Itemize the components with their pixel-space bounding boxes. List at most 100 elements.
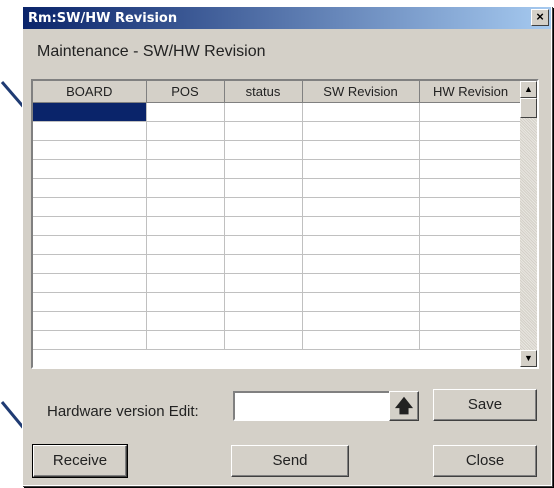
table-row[interactable] (33, 102, 523, 122)
table-cell[interactable] (302, 178, 420, 198)
table-cell[interactable] (224, 330, 303, 350)
scroll-thumb[interactable] (520, 98, 537, 118)
table-cell[interactable] (33, 159, 147, 179)
table-cell[interactable] (419, 178, 523, 198)
table-row[interactable] (33, 273, 523, 293)
close-button[interactable]: Close (433, 445, 537, 477)
table-cell[interactable] (33, 292, 147, 312)
table-cell[interactable] (419, 121, 523, 141)
table-cell[interactable] (146, 254, 225, 274)
table-row[interactable] (33, 140, 523, 160)
table-cell[interactable] (33, 102, 147, 122)
table-cell[interactable] (419, 197, 523, 217)
arrow-up-icon: 🡅 (394, 396, 414, 416)
table-cell[interactable] (302, 330, 420, 350)
table-cell[interactable] (419, 216, 523, 236)
table-cell[interactable] (302, 273, 420, 293)
table-cell[interactable] (224, 140, 303, 160)
table-cell[interactable] (302, 121, 420, 141)
table-cell[interactable] (224, 273, 303, 293)
table-row[interactable] (33, 311, 523, 331)
table-cell[interactable] (302, 159, 420, 179)
table-cell[interactable] (302, 235, 420, 255)
table-cell[interactable] (224, 292, 303, 312)
table-cell[interactable] (33, 197, 147, 217)
col-header-sw-revision[interactable]: SW Revision (302, 81, 420, 103)
table-cell[interactable] (302, 311, 420, 331)
table-cell[interactable] (33, 121, 147, 141)
close-window-button[interactable]: × (531, 9, 549, 26)
table-cell[interactable] (419, 140, 523, 160)
scroll-up-icon[interactable]: ▲ (520, 81, 537, 98)
table-cell[interactable] (146, 311, 225, 331)
table-row[interactable] (33, 330, 523, 350)
table-cell[interactable] (302, 254, 420, 274)
table-cell[interactable] (224, 254, 303, 274)
table-cell[interactable] (302, 216, 420, 236)
send-button[interactable]: Send (231, 445, 349, 477)
table-cell[interactable] (302, 102, 420, 122)
table-cell[interactable] (224, 102, 303, 122)
table-cell[interactable] (419, 159, 523, 179)
table-cell[interactable] (419, 330, 523, 350)
table-cell[interactable] (33, 330, 147, 350)
col-header-hw-revision[interactable]: HW Revision (419, 81, 523, 103)
table-row[interactable] (33, 197, 523, 217)
table-cell[interactable] (302, 197, 420, 217)
table-cell[interactable] (419, 254, 523, 274)
table-row[interactable] (33, 159, 523, 179)
table-cell[interactable] (146, 121, 225, 141)
table-cell[interactable] (224, 216, 303, 236)
table-cell[interactable] (302, 140, 420, 160)
table-cell[interactable] (224, 159, 303, 179)
table-row[interactable] (33, 235, 523, 255)
table-cell[interactable] (419, 311, 523, 331)
table-row[interactable] (33, 292, 523, 312)
table-cell[interactable] (224, 311, 303, 331)
table-cell[interactable] (146, 330, 225, 350)
upload-arrow-button[interactable]: 🡅 (389, 391, 419, 421)
table-cell[interactable] (146, 140, 225, 160)
table-row[interactable] (33, 178, 523, 198)
window-title: Rm:SW/HW Revision (28, 11, 178, 26)
table-cell[interactable] (224, 121, 303, 141)
receive-button[interactable]: Receive (32, 444, 128, 478)
table-cell[interactable] (146, 235, 225, 255)
table-cell[interactable] (33, 254, 147, 274)
table-cell[interactable] (146, 178, 225, 198)
table-cell[interactable] (33, 273, 147, 293)
table-cell[interactable] (419, 292, 523, 312)
table-cell[interactable] (146, 102, 225, 122)
table-cell[interactable] (224, 197, 303, 217)
table-row[interactable] (33, 216, 523, 236)
table-cell[interactable] (146, 159, 225, 179)
table-cell[interactable] (224, 235, 303, 255)
table-cell[interactable] (33, 216, 147, 236)
table-cell[interactable] (146, 216, 225, 236)
table-cell[interactable] (419, 235, 523, 255)
title-bar[interactable]: Rm:SW/HW Revision × (23, 7, 551, 29)
table-cell[interactable] (33, 178, 147, 198)
table-cell[interactable] (419, 273, 523, 293)
table-cell[interactable] (33, 311, 147, 331)
revision-table[interactable]: BOARD POS status SW Revision HW Revision… (31, 79, 539, 369)
hardware-version-input[interactable] (233, 391, 393, 421)
col-header-board[interactable]: BOARD (33, 81, 147, 103)
hardware-version-label: Hardware version Edit: (47, 403, 199, 420)
col-header-pos[interactable]: POS (146, 81, 225, 103)
table-cell[interactable] (302, 292, 420, 312)
col-header-status[interactable]: status (224, 81, 303, 103)
table-cell[interactable] (146, 292, 225, 312)
vertical-scrollbar[interactable]: ▲ ▼ (520, 81, 537, 367)
scroll-down-icon[interactable]: ▼ (520, 350, 537, 367)
table-cell[interactable] (224, 178, 303, 198)
table-cell[interactable] (33, 140, 147, 160)
table-cell[interactable] (146, 197, 225, 217)
table-cell[interactable] (146, 273, 225, 293)
table-row[interactable] (33, 254, 523, 274)
table-header-row: BOARD POS status SW Revision HW Revision (33, 81, 523, 103)
table-cell[interactable] (419, 102, 523, 122)
table-cell[interactable] (33, 235, 147, 255)
table-row[interactable] (33, 121, 523, 141)
save-button[interactable]: Save (433, 389, 537, 421)
